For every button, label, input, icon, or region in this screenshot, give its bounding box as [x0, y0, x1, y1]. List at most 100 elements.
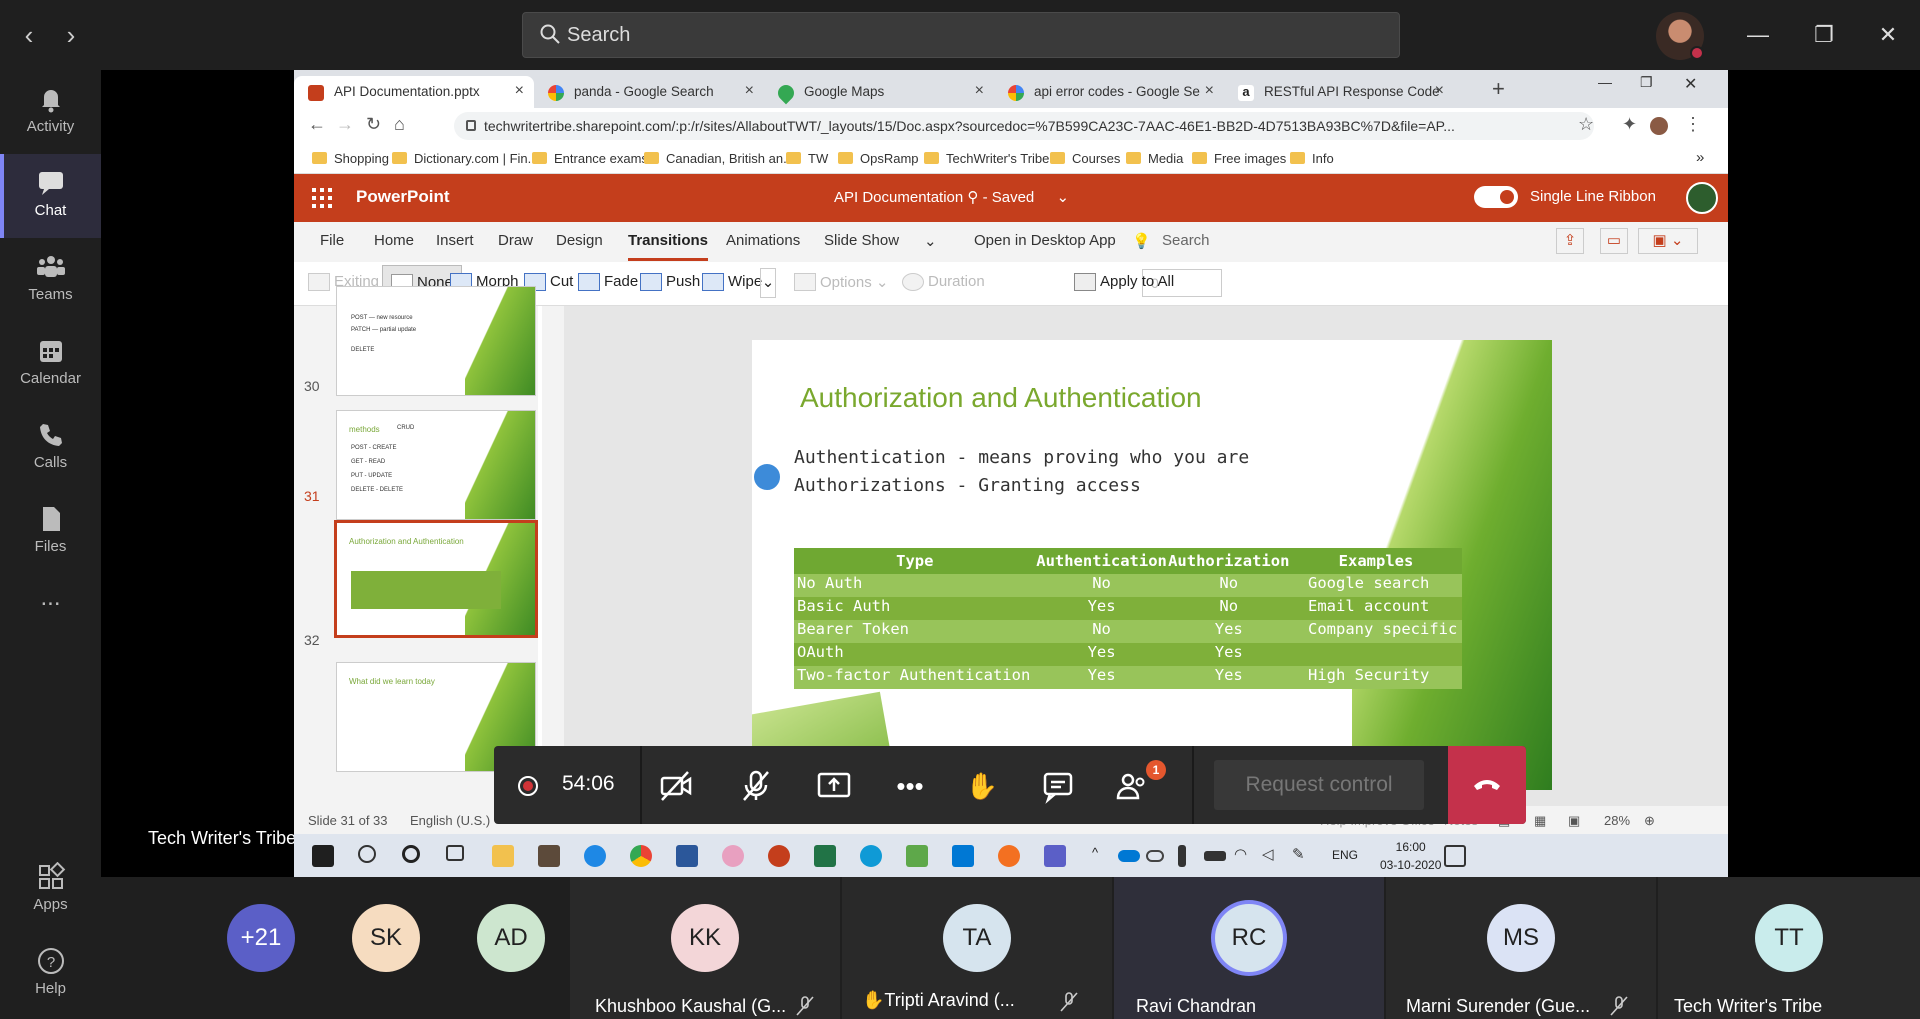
share-screen-icon[interactable] — [816, 768, 852, 804]
bookmark[interactable]: Dictionary.com | Fin... — [392, 151, 539, 166]
close-tab-icon[interactable]: × — [975, 82, 984, 100]
more-participants-avatar[interactable]: +21 — [227, 904, 295, 972]
menu-home[interactable]: Home — [374, 232, 414, 249]
bookmark[interactable]: TechWriter's Tribe — [924, 151, 1049, 166]
request-control-button[interactable]: Request control — [1214, 760, 1424, 810]
bookmark[interactable]: Courses — [1050, 151, 1120, 166]
comments-icon[interactable]: ▭ — [1600, 228, 1628, 254]
onedrive-icon[interactable] — [1118, 850, 1140, 862]
edge-icon[interactable] — [860, 845, 882, 867]
windows-start-icon[interactable] — [312, 845, 334, 867]
browser-menu-icon[interactable]: ⋮ — [1684, 114, 1702, 135]
app-icon[interactable] — [584, 845, 606, 867]
mic-off-icon[interactable] — [738, 768, 774, 804]
browser-tab[interactable]: api error codes - Google Se × — [994, 76, 1224, 108]
slide-thumbnail-selected[interactable]: Authorization and Authentication — [334, 520, 538, 638]
chevron-down-icon[interactable]: ⌄ — [924, 232, 937, 250]
slide-thumbnail[interactable]: POST — new resource PATCH — partial upda… — [336, 286, 536, 396]
notification-icon[interactable] — [1444, 845, 1466, 867]
bookmark[interactable]: Media — [1126, 151, 1183, 166]
account-avatar[interactable] — [1686, 182, 1718, 214]
participant-tile[interactable]: KK Khushboo Kaushal (G... — [570, 877, 840, 1019]
app-icon[interactable] — [998, 845, 1020, 867]
current-slide[interactable]: Authorization and Authentication Authent… — [752, 340, 1552, 790]
home-icon[interactable]: ⌂ — [394, 114, 405, 135]
menu-slide-show[interactable]: Slide Show — [824, 232, 899, 249]
browser-close-icon[interactable]: ✕ — [1684, 74, 1697, 94]
slide-thumbnail[interactable]: methods CRUD POST - CREATE GET - READ PU… — [336, 410, 536, 520]
slide-sorter-icon[interactable]: ▦ — [1534, 813, 1546, 829]
participant-tile[interactable]: TA ✋Tripti Aravind (... — [842, 877, 1112, 1019]
file-explorer-icon[interactable] — [492, 845, 514, 867]
language-status[interactable]: English (U.S.) — [410, 813, 490, 828]
participant-tile[interactable]: MS Marni Surender (Gue... — [1386, 877, 1656, 1019]
rail-calendar[interactable]: Calendar — [0, 322, 101, 406]
options-button[interactable]: Options ⌄ — [794, 273, 888, 291]
participant-avatar[interactable]: SK — [352, 904, 420, 972]
apply-to-all-button[interactable]: Apply to All — [1074, 273, 1174, 291]
browser-tab[interactable]: Google Maps × — [764, 76, 994, 108]
browser-tab[interactable]: panda - Google Search × — [534, 76, 764, 108]
input-language[interactable]: ENG — [1332, 848, 1358, 862]
cloud-icon[interactable] — [1146, 850, 1164, 862]
bookmark[interactable]: Free images — [1192, 151, 1286, 166]
store-icon[interactable] — [538, 845, 560, 867]
bookmark[interactable]: Info — [1290, 151, 1334, 166]
chat-icon[interactable] — [1040, 768, 1076, 804]
ribbon-search[interactable]: Search — [1162, 232, 1210, 249]
excel-icon[interactable] — [814, 845, 836, 867]
chrome-icon[interactable] — [630, 845, 652, 867]
rail-activity[interactable]: Activity — [0, 70, 101, 154]
word-icon[interactable] — [676, 845, 698, 867]
rail-chat[interactable]: Chat — [0, 154, 101, 238]
transition-wipe[interactable]: Wipe — [702, 273, 762, 291]
minimize-icon[interactable]: — — [1740, 18, 1776, 52]
camera-off-icon[interactable] — [658, 768, 694, 804]
mic-tray-icon[interactable] — [1178, 845, 1186, 867]
share-icon[interactable]: ⇪ — [1556, 228, 1584, 254]
transitions-gallery-expand[interactable]: ⌄ — [760, 268, 776, 298]
snip-icon[interactable] — [722, 845, 744, 867]
rail-more[interactable]: ... — [0, 574, 101, 658]
fit-slide-icon[interactable]: ⊕ — [1644, 813, 1655, 829]
participants-icon[interactable] — [1114, 768, 1150, 804]
powerpoint-taskbar-icon[interactable] — [768, 845, 790, 867]
menu-design[interactable]: Design — [556, 232, 603, 249]
app-launcher-icon[interactable] — [312, 188, 332, 208]
browser-tab[interactable]: a RESTful API Response Code × — [1224, 76, 1454, 108]
close-icon[interactable]: ✕ — [1870, 18, 1906, 52]
participant-avatar[interactable]: AD — [477, 904, 545, 972]
close-tab-icon[interactable]: × — [1435, 82, 1444, 100]
rail-files[interactable]: Files — [0, 490, 101, 574]
forward-arrow-icon[interactable]: › — [56, 20, 86, 50]
task-view-icon[interactable] — [446, 845, 464, 861]
bookmark[interactable]: TW — [786, 151, 828, 166]
pen-icon[interactable]: ✎ — [1292, 845, 1314, 867]
address-bar[interactable]: techwritertribe.sharepoint.com/:p:/r/sit… — [454, 112, 1594, 140]
mail-icon[interactable] — [952, 845, 974, 867]
more-actions-icon[interactable]: ••• — [892, 768, 928, 804]
rail-calls[interactable]: Calls — [0, 406, 101, 490]
forward-icon[interactable]: → — [336, 114, 354, 135]
back-icon[interactable]: ← — [308, 114, 326, 135]
close-tab-icon[interactable]: × — [1205, 82, 1214, 100]
open-in-desktop-app[interactable]: Open in Desktop App — [974, 232, 1116, 249]
menu-draw[interactable]: Draw — [498, 232, 533, 249]
new-tab-button[interactable]: + — [1492, 76, 1505, 102]
leave-call-button[interactable] — [1448, 746, 1526, 824]
close-tab-icon[interactable]: × — [745, 82, 754, 100]
reload-icon[interactable]: ↻ — [366, 114, 381, 135]
chart-app-icon[interactable] — [906, 845, 928, 867]
more-bookmarks-icon[interactable]: » — [1696, 149, 1704, 166]
participant-tile-speaking[interactable]: RC Ravi Chandran — [1114, 877, 1384, 1019]
browser-minimize-icon[interactable]: — — [1598, 74, 1612, 90]
rail-apps[interactable]: Apps — [0, 848, 101, 932]
zoom-level[interactable]: 28% — [1604, 813, 1630, 828]
menu-animations[interactable]: Animations — [726, 232, 800, 249]
battery-icon[interactable] — [1204, 851, 1226, 861]
browser-profile-icon[interactable] — [1650, 117, 1668, 135]
bookmark[interactable]: OpsRamp — [838, 151, 919, 166]
teams-taskbar-icon[interactable] — [1044, 845, 1066, 867]
search-icon[interactable] — [358, 845, 376, 863]
chevron-up-icon[interactable]: ^ — [1092, 845, 1106, 867]
